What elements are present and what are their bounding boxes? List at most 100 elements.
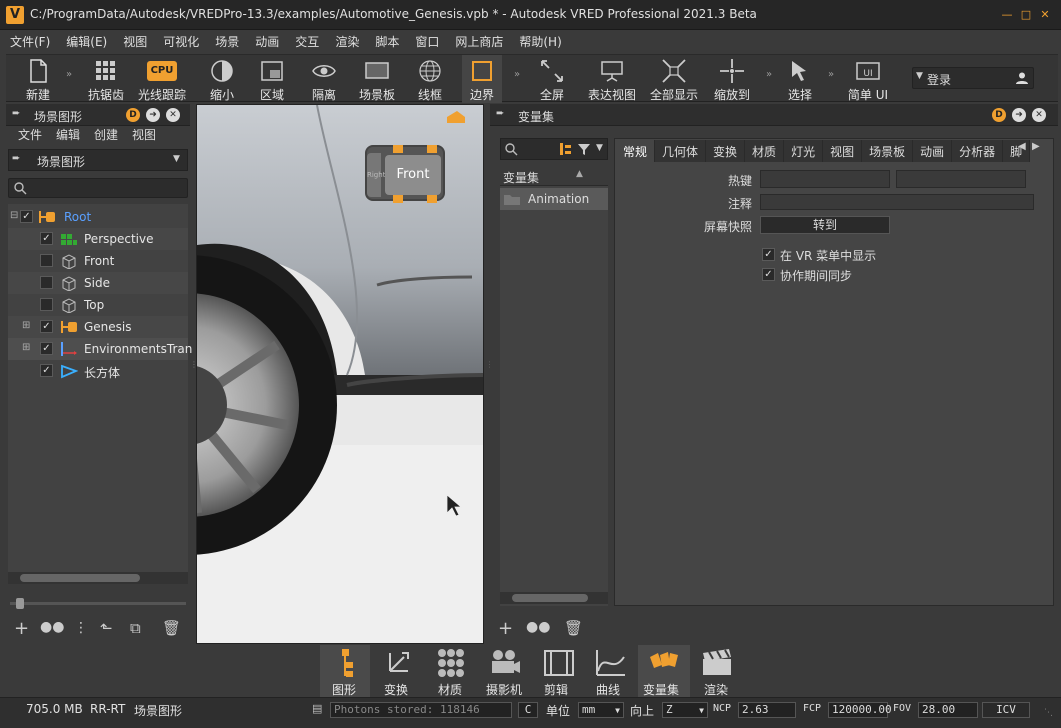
trash-icon[interactable]: 🗑 [564, 619, 583, 637]
goto-button[interactable]: 转到 [760, 216, 890, 234]
splitter-handle[interactable]: ⋮ [190, 360, 198, 380]
presentation-view-button[interactable]: 表达视图 [584, 55, 640, 103]
view-cube-right-face[interactable]: Right [367, 153, 385, 197]
menu-view[interactable]: 视图 [121, 31, 149, 51]
render-viewport[interactable]: Right Front [196, 104, 484, 644]
tab-general[interactable]: 常规 [616, 140, 656, 162]
icv-button[interactable]: ICV [982, 702, 1030, 718]
add-node-icon[interactable]: + [14, 618, 29, 639]
expand-icon[interactable]: ⊞ [22, 342, 30, 353]
tab-scroll-right-icon[interactable]: ▶ [1032, 141, 1040, 152]
menu-animation[interactable]: 动画 [253, 31, 281, 51]
scenegraph-menu-view[interactable]: 视图 [132, 126, 156, 146]
visibility-checkbox[interactable]: ✓ [40, 342, 53, 355]
view-cube-front-face[interactable]: Front [385, 155, 441, 195]
module-material[interactable]: 材质 [426, 645, 476, 697]
minimize-icon[interactable]: — [1000, 9, 1014, 21]
menu-interaction[interactable]: 交互 [293, 31, 321, 51]
raytracing-button[interactable]: CPU 光线跟踪 [134, 55, 190, 103]
chevron-down-icon[interactable]: ▼ [596, 143, 603, 153]
tab-sceneplate[interactable]: 场景板 [862, 140, 914, 162]
scenegraph-menu-create[interactable]: 创建 [94, 126, 118, 146]
region-button[interactable]: 区域 [252, 55, 292, 103]
vr-menu-checkbox[interactable]: ✓ [762, 248, 775, 261]
module-camera[interactable]: 摄影机 [478, 645, 532, 697]
add-variant-icon[interactable]: + [498, 618, 513, 639]
switch-icon[interactable]: ⋮ [74, 620, 88, 636]
simple-ui-button[interactable]: UI 简单 UI [842, 55, 894, 103]
antialias-button[interactable]: 抗锯齿 [82, 55, 130, 103]
fullscreen-button[interactable]: 全屏 [532, 55, 572, 103]
module-variant-sets[interactable]: 变量集 [638, 645, 690, 697]
visibility-checkbox[interactable]: ✓ [40, 232, 53, 245]
module-scenegraph[interactable]: 图形 [320, 645, 370, 697]
menu-visualize[interactable]: 可视化 [161, 31, 201, 51]
trash-icon[interactable]: 🗑 [162, 619, 181, 637]
boundary-button[interactable]: 边界 [462, 55, 502, 103]
scenegraph-menu-file[interactable]: 文件 [18, 126, 42, 146]
maximize-icon[interactable]: □ [1019, 9, 1033, 21]
module-clips[interactable]: 剪辑 [534, 645, 584, 697]
tab-light[interactable]: 灯光 [784, 140, 824, 162]
select-button[interactable]: 选择 [780, 55, 820, 103]
expand-icon[interactable]: ⊟ [10, 210, 18, 221]
tab-transform[interactable]: 变换 [706, 140, 746, 162]
zoom-slider[interactable] [10, 598, 186, 609]
group-icon[interactable]: ●● [526, 619, 550, 635]
unit-select[interactable]: mm ▼ [578, 702, 624, 718]
tree-filter-icon[interactable] [559, 142, 573, 156]
tree-horizontal-scrollbar[interactable] [8, 572, 188, 584]
tree-row-side[interactable]: Side [8, 272, 188, 294]
scenegraph-search-input[interactable] [8, 178, 188, 198]
sceneplate-button[interactable]: 场景板 [354, 55, 400, 103]
scenegraph-combo[interactable]: ➨ 场景图形 ▼ [8, 149, 188, 171]
scrollbar-thumb[interactable] [20, 574, 140, 582]
scenegraph-menu-edit[interactable]: 编辑 [56, 126, 80, 146]
forward-icon[interactable]: ➜ [146, 108, 160, 122]
resize-grip-icon[interactable]: ⋱ [1044, 708, 1053, 718]
tab-script[interactable]: 脚 [1003, 140, 1031, 162]
forward-icon[interactable]: ➜ [1012, 108, 1026, 122]
hotkey-field-secondary[interactable] [896, 170, 1026, 188]
module-render[interactable]: 渲染 [692, 645, 742, 697]
tab-animation[interactable]: 动画 [913, 140, 953, 162]
collab-sync-checkbox[interactable]: ✓ [762, 268, 775, 281]
visibility-checkbox[interactable]: ✓ [20, 210, 33, 223]
filter-icon[interactable] [577, 142, 591, 156]
tab-analyzer[interactable]: 分析器 [952, 140, 1004, 162]
menu-window[interactable]: 窗口 [413, 31, 441, 51]
hotkey-field[interactable] [760, 170, 890, 188]
menu-scene[interactable]: 场景 [213, 31, 241, 51]
tab-scroll-left-icon[interactable]: ◀ [1018, 141, 1026, 152]
visibility-checkbox[interactable] [40, 276, 53, 289]
visibility-checkbox[interactable]: ✓ [40, 320, 53, 333]
tab-material[interactable]: 材质 [745, 140, 785, 162]
tab-view[interactable]: 视图 [823, 140, 863, 162]
close-panel-icon[interactable]: ✕ [166, 108, 180, 122]
tree-row-perspective[interactable]: ✓ Perspective [8, 228, 188, 250]
move-up-icon[interactable]: ⬑ [100, 619, 113, 637]
slider-handle[interactable] [16, 598, 24, 609]
tab-geometry[interactable]: 几何体 [655, 140, 707, 162]
clone-icon[interactable]: ⧉ [130, 619, 141, 637]
ncp-input[interactable]: 2.63 [738, 702, 796, 718]
tree-row-box[interactable]: ✓ 长方体 [8, 360, 188, 382]
console-button[interactable]: C [518, 702, 538, 718]
module-transform[interactable]: 变换 [374, 645, 424, 697]
visibility-checkbox[interactable] [40, 254, 53, 267]
wireframe-button[interactable]: 线框 [410, 55, 450, 103]
list-header[interactable]: 变量集 ▲ [500, 166, 608, 186]
dock-icon[interactable]: D [992, 108, 1006, 122]
menu-webshop[interactable]: 网上商店 [453, 31, 505, 51]
isolate-button[interactable]: 隔离 [304, 55, 344, 103]
module-curves[interactable]: 曲线 [586, 645, 636, 697]
zoom-to-button[interactable]: 缩放到 [708, 55, 756, 103]
log-icon[interactable]: ▤ [312, 702, 322, 715]
pin-icon[interactable]: ➨ [12, 108, 20, 119]
up-axis-select[interactable]: Z ▼ [662, 702, 708, 718]
menu-help[interactable]: 帮助(H) [517, 31, 563, 51]
menu-script[interactable]: 脚本 [373, 31, 401, 51]
visibility-checkbox[interactable] [40, 298, 53, 311]
dock-icon[interactable]: D [126, 108, 140, 122]
pin-icon[interactable]: ➨ [496, 108, 504, 119]
